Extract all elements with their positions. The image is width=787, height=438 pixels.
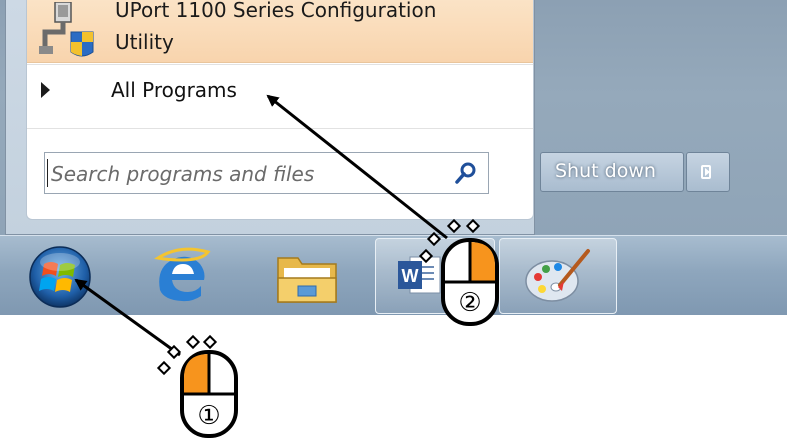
start-search-box[interactable] [44, 152, 489, 194]
divider [27, 128, 533, 129]
pinned-app-uport-utility[interactable]: UPort 1100 Series Configuration Utility [27, 0, 533, 63]
all-programs-button[interactable]: All Programs [27, 72, 533, 118]
pinned-app-title-line1: UPort 1100 Series Configuration [115, 0, 437, 22]
mouse-click-icon-1: ① [156, 334, 238, 438]
shut-down-label: Shut down [555, 160, 656, 182]
paint-button[interactable] [499, 238, 617, 314]
word-letter: W [402, 266, 419, 286]
search-icon[interactable] [454, 161, 478, 185]
internet-explorer-button[interactable] [138, 238, 228, 314]
start-menu: UPort 1100 Series Configuration Utility … [5, 0, 535, 235]
internet-explorer-icon [154, 247, 211, 302]
triangle-right-icon [41, 82, 50, 98]
chevron-right-icon [701, 165, 711, 179]
paint-palette-icon [525, 249, 590, 302]
all-programs-label: All Programs [111, 78, 237, 102]
folder-icon [277, 257, 337, 303]
start-button[interactable] [18, 238, 108, 314]
taskbar: W [0, 235, 787, 315]
search-input[interactable] [49, 159, 433, 189]
windows-explorer-button[interactable] [258, 238, 358, 314]
step-1-label: ① [197, 401, 220, 431]
windows-logo-icon [29, 246, 91, 308]
shut-down-options-button[interactable] [686, 152, 730, 192]
shut-down-button[interactable]: Shut down [540, 152, 684, 192]
uport-utility-icon [39, 2, 94, 57]
divider [27, 64, 533, 65]
pinned-app-title: UPort 1100 Series Configuration Utility [115, 0, 436, 58]
word-icon: W [398, 256, 441, 294]
pinned-app-title-line2: Utility [115, 30, 174, 54]
text-caret [47, 159, 48, 187]
microsoft-word-button[interactable]: W [375, 238, 495, 314]
